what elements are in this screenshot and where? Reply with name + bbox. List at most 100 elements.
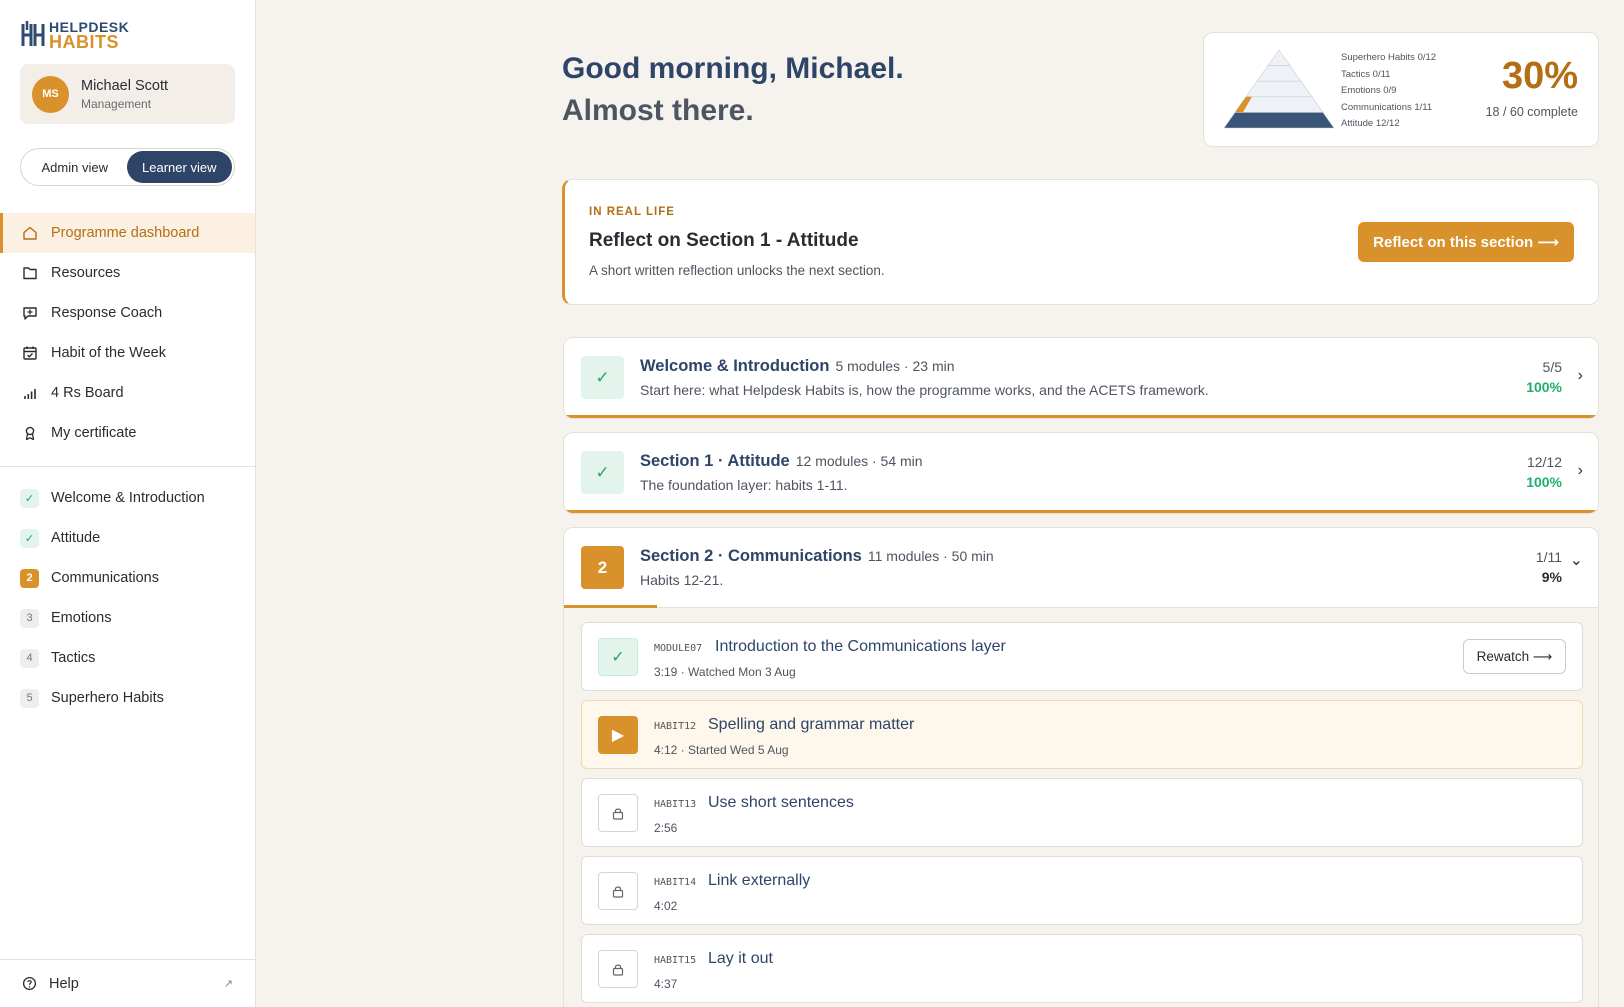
section-count: 1/11 — [1535, 549, 1562, 565]
module-duration: 3:19 — [654, 665, 678, 679]
section-percent: 9% — [1541, 569, 1562, 585]
section-label: Welcome & Introduction — [51, 490, 205, 506]
section-count: 12/12 — [1526, 454, 1562, 470]
nav-item-resources[interactable]: Resources — [0, 253, 255, 293]
section-title-text: Section 1 · Attitude — [640, 452, 790, 470]
user-card[interactable]: MS Michael Scott Management — [20, 64, 235, 124]
nav-item-response-coach[interactable]: Response Coach — [0, 293, 255, 333]
module-meta: 4:02 — [654, 899, 677, 913]
section-description: Start here: what Helpdesk Habits is, how… — [640, 382, 1209, 398]
legend-item: Attitude 12/12 — [1341, 118, 1400, 129]
external-arrow-icon: ↗ — [223, 978, 233, 990]
meta-separator: · — [677, 665, 689, 679]
nav-item-label: Response Coach — [51, 305, 163, 321]
nav-item-label: 4 Rs Board — [51, 385, 124, 401]
brand-name-line2: HABITS — [49, 32, 119, 52]
sidebar-section-welcome[interactable]: ✓ Welcome & Introduction — [0, 478, 255, 518]
help-label: Help — [49, 975, 79, 992]
section-meta: 12 modules · 54 min — [795, 453, 923, 469]
module-meta: 4:37 — [654, 977, 677, 991]
module-title: Link externally — [708, 872, 811, 889]
help-icon — [22, 976, 37, 991]
reflection-card: IN REAL LIFE Reflect on Section 1 - Atti… — [562, 179, 1599, 305]
section-label: Attitude — [51, 530, 101, 546]
section-progress-fill — [564, 510, 1598, 513]
module-row[interactable]: ▶ HABIT12 Spelling and grammar matter 4:… — [581, 700, 1583, 769]
reflect-button[interactable]: Reflect on this section ⟶ — [1358, 222, 1574, 262]
folder-icon — [23, 267, 37, 280]
module-code: HABIT13 — [654, 799, 697, 810]
legend-item: Emotions 0/9 — [1341, 85, 1397, 96]
nav-item-habit-of-the-week[interactable]: Habit of the Week — [0, 333, 255, 373]
section-nav: ✓ Welcome & Introduction ✓ Attitude 2 Co… — [0, 478, 255, 718]
nav-item-programme-dashboard[interactable]: Programme dashboard — [0, 213, 255, 253]
section-description: The foundation layer: habits 1-11. — [640, 477, 848, 493]
brand-logo[interactable]: HELPDESK HABITS — [21, 20, 129, 52]
calendar-icon — [23, 346, 37, 360]
sidebar-section-emotions[interactable]: 3 Emotions — [0, 598, 255, 638]
help-link[interactable]: Help ↗ — [0, 959, 255, 1007]
pyramid-legend: Superhero Habits 0/12 Tactics 0/11 Emoti… — [1341, 50, 1436, 133]
nav-divider — [0, 466, 255, 467]
chevron-right-icon: › — [1577, 462, 1583, 479]
section-meta: 11 modules · 50 min — [867, 548, 994, 564]
rewatch-button[interactable]: Rewatch ⟶ — [1463, 639, 1566, 674]
section-number-badge: 5 — [20, 688, 39, 708]
section-label: Tactics — [51, 650, 96, 666]
play-icon[interactable]: ▶ — [598, 716, 638, 754]
legend-item: Superhero Habits 0/12 — [1341, 52, 1437, 63]
admin-view-button[interactable]: Admin view — [23, 151, 127, 183]
module-title: Introduction to the Communications layer — [715, 638, 1006, 655]
section-label: Superhero Habits — [51, 690, 164, 706]
section-number-badge: 3 — [20, 608, 39, 628]
section-progress-fill — [564, 415, 1598, 418]
section-title: Section 2 · Communications 11 modules · 5… — [640, 547, 994, 566]
pyramid-layer — [1224, 112, 1334, 129]
reflection-tag: IN REAL LIFE — [589, 206, 675, 218]
section-number-badge: 2 — [20, 568, 39, 588]
module-row: HABIT14 Link externally 4:02 — [581, 856, 1583, 925]
greeting: Good morning, Michael. Almost there. — [562, 48, 904, 132]
check-icon: ✓ — [20, 488, 39, 508]
module-row[interactable]: ✓ MODULE07 Introduction to the Communica… — [581, 622, 1583, 691]
section-card-welcome[interactable]: ✓ Welcome & Introduction 5 modules · 23 m… — [563, 337, 1599, 419]
section-label: Emotions — [51, 610, 112, 626]
reflection-description: A short written reflection unlocks the n… — [589, 263, 885, 278]
home-icon — [23, 226, 37, 240]
pyramid-layer — [1245, 80, 1313, 98]
logo-mark-icon — [21, 21, 45, 46]
nav-item-label: Habit of the Week — [51, 345, 166, 361]
chat-icon — [23, 307, 37, 320]
sidebar-section-superhero-habits[interactable]: 5 Superhero Habits — [0, 678, 255, 718]
section-card-attitude[interactable]: ✓ Section 1 · Attitude 12 modules · 54 mi… — [563, 432, 1599, 514]
avatar: MS — [32, 75, 69, 113]
sidebar-section-attitude[interactable]: ✓ Attitude — [0, 518, 255, 558]
sidebar-section-communications[interactable]: 2 Communications — [0, 558, 255, 598]
section-card-communications[interactable]: 2 Section 2 · Communications 11 modules ·… — [563, 527, 1599, 609]
award-icon — [25, 426, 35, 441]
legend-item: Communications 1/11 — [1341, 101, 1433, 113]
learner-view-button[interactable]: Learner view — [126, 151, 232, 183]
module-status: Started Wed 5 Aug — [688, 743, 789, 757]
section-title-text: Section 2 · Communications — [640, 547, 862, 565]
user-role: Management — [81, 96, 152, 111]
sidebar-section-tactics[interactable]: 4 Tactics — [0, 638, 255, 678]
module-duration: 4:37 — [654, 977, 678, 991]
section-meta: 5 modules · 23 min — [835, 358, 955, 374]
section-number-badge: 2 — [581, 546, 624, 589]
check-icon: ✓ — [581, 451, 624, 494]
chevron-right-icon: › — [1577, 367, 1583, 384]
completion-count: 18 / 60 complete — [1485, 105, 1578, 119]
greeting-title: Good morning, Michael. — [562, 52, 904, 85]
module-list: ✓ MODULE07 Introduction to the Communica… — [563, 608, 1599, 1007]
section-title-text: Welcome & Introduction — [640, 357, 830, 375]
greeting-subtitle: Almost there. — [562, 94, 754, 127]
check-icon: ✓ — [598, 638, 638, 676]
section-count: 5/5 — [1542, 359, 1562, 375]
primary-nav: Programme dashboard Resources Response C… — [0, 213, 255, 453]
nav-item-4-rs-board[interactable]: 4 Rs Board — [0, 373, 255, 413]
module-duration: 4:02 — [654, 899, 678, 913]
progress-card: Superhero Habits 0/12 Tactics 0/11 Emoti… — [1203, 32, 1599, 147]
section-title: Section 1 · Attitude 12 modules · 54 min — [640, 452, 923, 471]
nav-item-my-certificate[interactable]: My certificate — [0, 413, 255, 453]
